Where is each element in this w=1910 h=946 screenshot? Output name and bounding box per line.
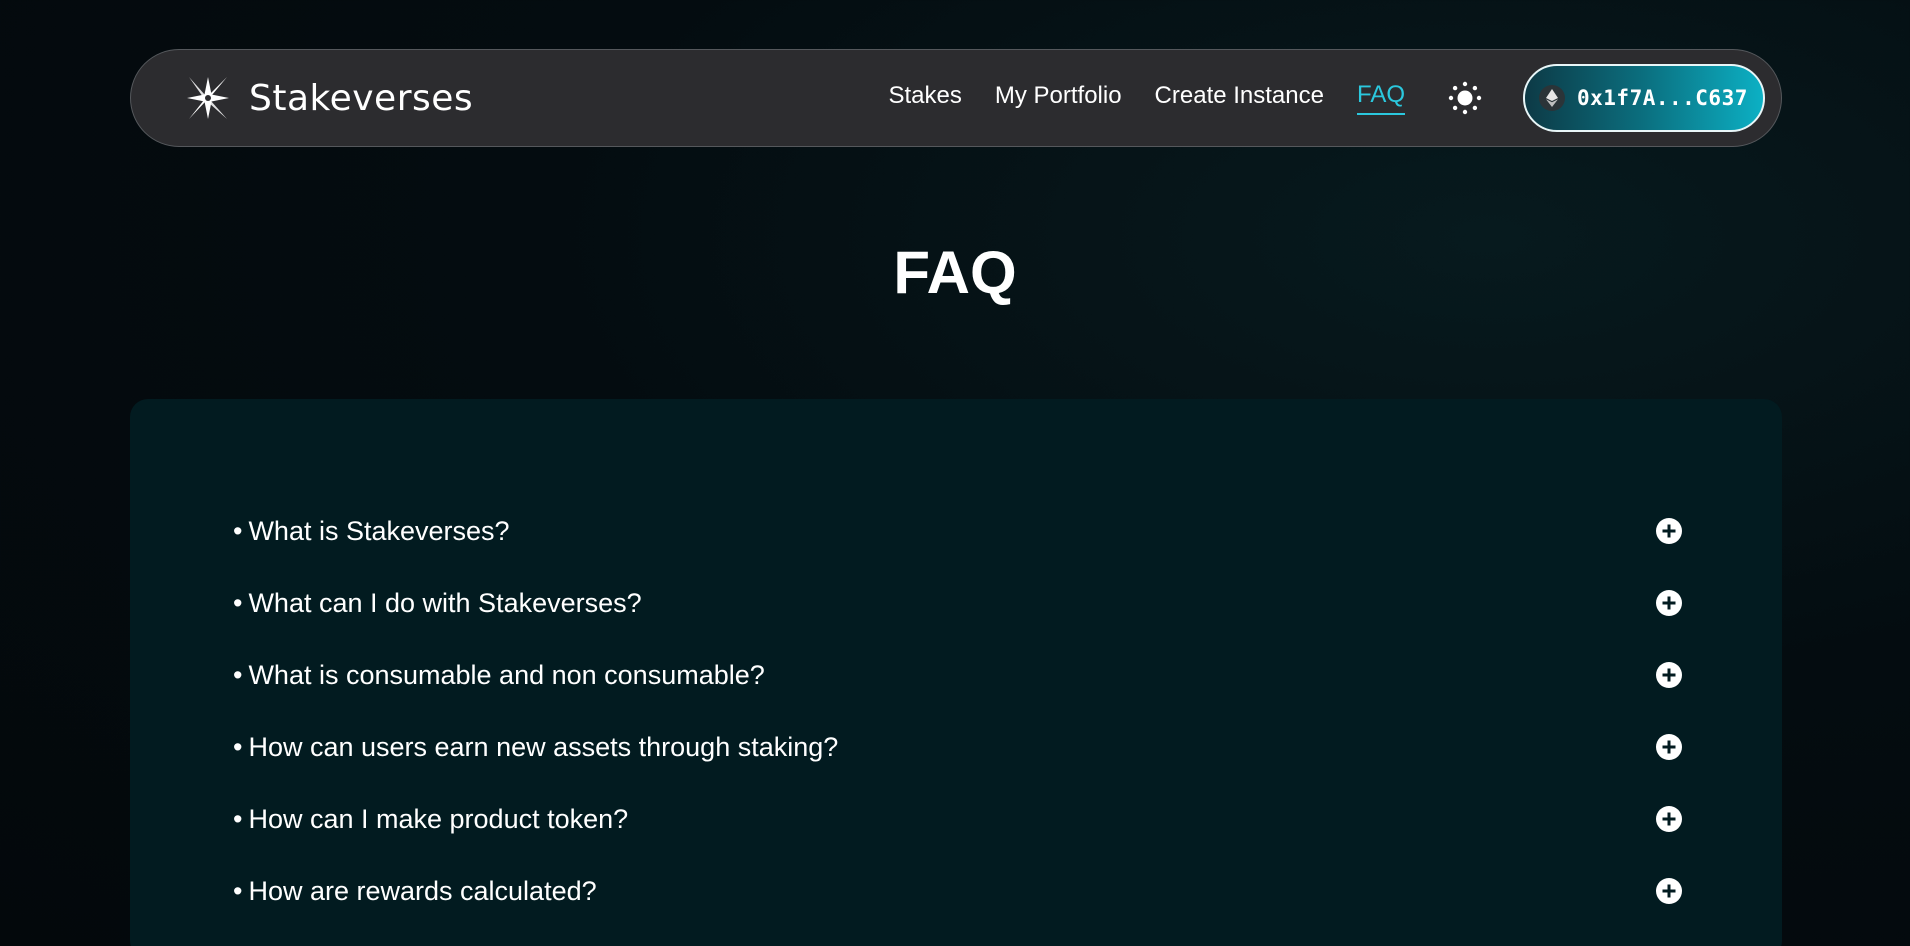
top-navbar: Stakeverses Stakes My Portfolio Create I… bbox=[130, 49, 1782, 147]
faq-item-earn-assets[interactable]: • How can users earn new assets through s… bbox=[233, 711, 1682, 783]
nav-link-my-portfolio[interactable]: My Portfolio bbox=[995, 82, 1122, 114]
nav-link-faq[interactable]: FAQ bbox=[1356, 81, 1405, 115]
faq-bullet: • bbox=[233, 659, 243, 690]
wallet-address: 0x1f7A...C637 bbox=[1577, 86, 1748, 110]
plus-circle-icon[interactable] bbox=[1656, 806, 1682, 832]
faq-item-what-can-i-do[interactable]: • What can I do with Stakeverses? bbox=[233, 567, 1682, 639]
faq-question: • How can I make product token? bbox=[233, 804, 628, 835]
plus-circle-icon[interactable] bbox=[1656, 734, 1682, 760]
sun-icon bbox=[1448, 81, 1482, 115]
faq-question: • How are rewards calculated? bbox=[233, 876, 597, 907]
wallet-button[interactable]: 0x1f7A...C637 bbox=[1523, 64, 1765, 132]
faq-item-rewards[interactable]: • How are rewards calculated? bbox=[233, 855, 1682, 927]
faq-bullet: • bbox=[233, 731, 243, 762]
brand-name: Stakeverses bbox=[249, 77, 474, 119]
faq-question: • What can I do with Stakeverses? bbox=[233, 588, 642, 619]
main-nav: Stakes My Portfolio Create Instance FAQ bbox=[888, 81, 1405, 115]
sparkle-star-logo-icon bbox=[187, 77, 229, 119]
plus-circle-icon[interactable] bbox=[1656, 878, 1682, 904]
faq-question-text: What is Stakeverses? bbox=[248, 515, 510, 546]
brand[interactable]: Stakeverses bbox=[183, 73, 473, 123]
page-title: FAQ bbox=[893, 239, 1017, 306]
faq-question-text: How can users earn new assets through st… bbox=[248, 731, 839, 762]
faq-item-what-is-stakeverses[interactable]: • What is Stakeverses? bbox=[233, 495, 1682, 567]
theme-toggle-button[interactable] bbox=[1445, 78, 1485, 118]
faq-question: • What is Stakeverses? bbox=[233, 516, 510, 547]
faq-item-consumable[interactable]: • What is consumable and non consumable? bbox=[233, 639, 1682, 711]
faq-panel: • What is Stakeverses? • What can I do wit… bbox=[130, 399, 1782, 946]
plus-circle-icon[interactable] bbox=[1656, 662, 1682, 688]
faq-bullet: • bbox=[233, 515, 243, 546]
faq-bullet: • bbox=[233, 875, 243, 906]
plus-circle-icon[interactable] bbox=[1656, 590, 1682, 616]
faq-question: • How can users earn new assets through s… bbox=[233, 732, 838, 763]
nav-link-create-instance[interactable]: Create Instance bbox=[1155, 82, 1324, 114]
faq-bullet: • bbox=[233, 587, 243, 618]
nav-link-stakes[interactable]: Stakes bbox=[888, 82, 961, 114]
faq-question: • What is consumable and non consumable? bbox=[233, 660, 765, 691]
faq-question-text: What is consumable and non consumable? bbox=[248, 659, 765, 690]
faq-question-text: How are rewards calculated? bbox=[248, 875, 597, 906]
ethereum-icon bbox=[1539, 85, 1565, 111]
faq-question-text: How can I make product token? bbox=[248, 803, 629, 834]
faq-bullet: • bbox=[233, 803, 243, 834]
faq-question-text: What can I do with Stakeverses? bbox=[248, 587, 642, 618]
faq-item-product-token[interactable]: • How can I make product token? bbox=[233, 783, 1682, 855]
plus-circle-icon[interactable] bbox=[1656, 518, 1682, 544]
